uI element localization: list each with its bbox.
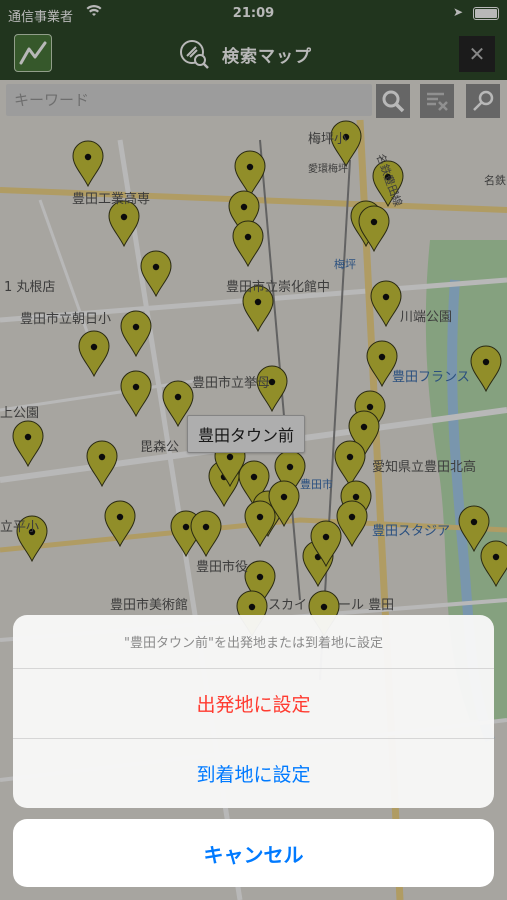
- action-sheet: "豊田タウン前"を出発地または到着地に設定 出発地に設定 到着地に設定: [13, 615, 494, 808]
- cancel-button[interactable]: キャンセル: [13, 819, 494, 887]
- set-arrival-button[interactable]: 到着地に設定: [13, 739, 494, 808]
- set-departure-button[interactable]: 出発地に設定: [13, 669, 494, 739]
- action-sheet-message: "豊田タウン前"を出発地または到着地に設定: [13, 615, 494, 669]
